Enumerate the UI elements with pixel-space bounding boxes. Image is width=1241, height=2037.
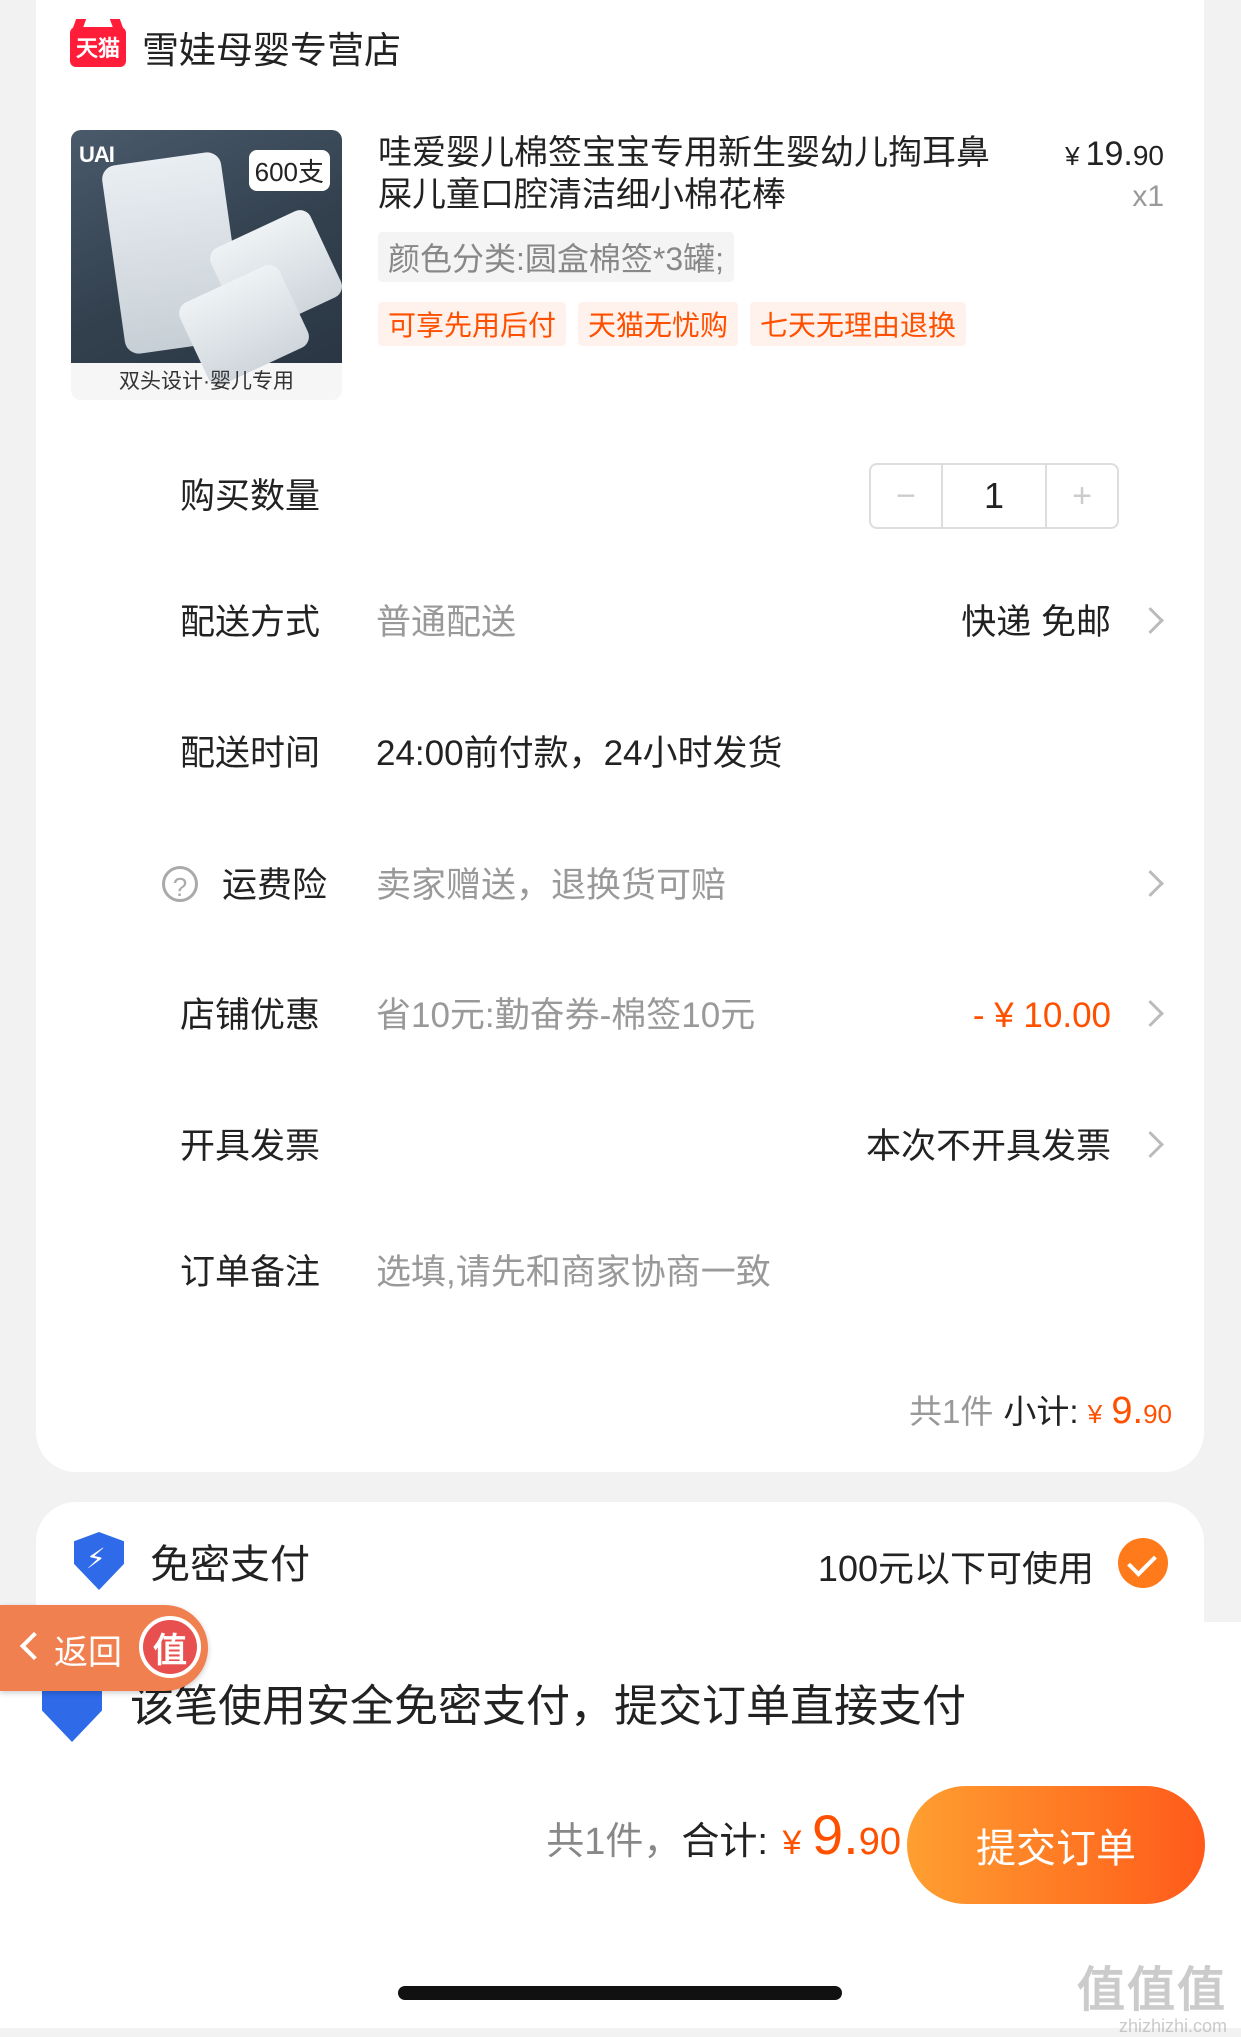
delivery-label: 配送方式 <box>180 603 321 642</box>
delivery-time-label: 配送时间 <box>180 734 321 773</box>
total-currency: ¥ <box>782 1824 802 1862</box>
payment-card[interactable]: 免密支付 100元以下可使用 <box>36 1502 1204 1622</box>
tag-worry-free: 天猫无忧购 <box>578 302 739 346</box>
invoice-label: 开具发票 <box>180 1127 321 1166</box>
decrease-button[interactable]: − <box>871 465 941 527</box>
secure-payment-text: 该笔使用安全免密支付，提交订单直接支付 <box>130 1682 966 1731</box>
store-discount-label: 店铺优惠 <box>180 996 321 1035</box>
sku-option[interactable]: 颜色分类:圆盒棉签*3罐; <box>378 232 735 282</box>
thumb-caption: 双头设计·婴儿专用 <box>119 370 294 393</box>
product-price: ¥19.90 <box>1065 135 1164 174</box>
price-integer: 19. <box>1085 135 1133 173</box>
order-note-input[interactable]: 选填,请先和商家协商一致 <box>376 1243 771 1303</box>
check-icon[interactable] <box>1118 1538 1168 1588</box>
chevron-left-icon <box>19 1631 49 1661</box>
subtotal-integer: 9. <box>1111 1390 1144 1432</box>
product-quantity: x1 <box>1132 180 1164 213</box>
subtotal-amount: ¥ 9.90 <box>1087 1390 1172 1432</box>
delivery-value: 普通配送 <box>376 603 517 642</box>
quantity-value[interactable]: 1 <box>941 465 1047 527</box>
price-currency: ¥ <box>1065 141 1080 171</box>
subtotal-label: 小计: <box>1003 1393 1079 1430</box>
tag-7day-return: 七天无理由退换 <box>750 302 967 346</box>
delivery-method-row[interactable]: 配送方式 普通配送 快递 免邮 <box>36 593 1204 653</box>
tmall-logo-text: 天猫 <box>75 36 120 61</box>
zhi-logo-text: 值 <box>143 1620 197 1674</box>
product-title[interactable]: 哇爱婴儿棉签宝宝专用新生婴幼儿掏耳鼻屎儿童口腔清洁细小棉花棒 <box>378 132 1018 216</box>
home-indicator <box>398 1986 842 2000</box>
shield-lightning-icon <box>74 1532 124 1590</box>
payment-limit: 100元以下可使用 <box>817 1548 1094 1589</box>
subtotal: 共1件 小计: ¥ 9.90 <box>909 1385 1172 1433</box>
delivery-time-value: 24:00前付款，24小时发货 <box>376 734 783 773</box>
store-discount-value: 省10元:勤奋券-棉签10元 <box>376 996 756 1035</box>
total-label: 合计: <box>681 1821 768 1863</box>
total-integer: 9. <box>812 1803 859 1866</box>
back-label: 返回 <box>54 1634 122 1672</box>
order-total: 共1件，合计: ¥ 9.90 <box>546 1802 901 1867</box>
order-card: 天猫 雪娃母婴专营店 UAI 600支 双头设计·婴儿专用 哇爱婴儿棉签宝宝专用… <box>36 0 1204 1472</box>
invoice-row[interactable]: 开具发票 本次不开具发票 <box>36 1117 1204 1177</box>
quantity-stepper[interactable]: − 1 + <box>869 463 1119 529</box>
chevron-right-icon <box>1137 1000 1164 1027</box>
thumb-count-badge: 600支 <box>248 150 330 191</box>
delivery-time-row: 配送时间 24:00前付款，24小时发货 <box>36 724 1204 784</box>
subtotal-count: 共1件 <box>909 1393 994 1430</box>
store-discount-amount: - ¥ 10.00 <box>972 996 1111 1035</box>
quantity-label: 购买数量 <box>180 477 321 516</box>
back-button[interactable]: 返回 值 <box>0 1605 208 1691</box>
chevron-right-icon <box>1137 607 1164 634</box>
zhi-logo-icon: 值 <box>136 1613 204 1681</box>
question-icon[interactable]: ? <box>162 866 198 902</box>
total-amount: ¥ 9.90 <box>782 1803 901 1866</box>
submit-order-button[interactable]: 提交订单 <box>907 1786 1205 1904</box>
chevron-right-icon <box>1137 1131 1164 1158</box>
increase-button[interactable]: + <box>1047 465 1117 527</box>
thumb-brand: UAI <box>79 142 115 167</box>
store-header[interactable]: 天猫 雪娃母婴专营店 <box>70 22 401 72</box>
total-decimal: 90 <box>858 1821 901 1863</box>
shipping-insurance-value: 卖家赠送，退换货可赔 <box>376 866 727 905</box>
store-name[interactable]: 雪娃母婴专营店 <box>142 20 401 74</box>
service-tags: 可享先用后付 天猫无忧购 七天无理由退换 <box>378 302 967 346</box>
watermark: 值值值 zhizhizhi.com <box>1077 1950 1227 2037</box>
chevron-right-icon <box>1137 870 1164 897</box>
watermark-logo: 值值值 <box>1076 1964 1227 2017</box>
shipping-insurance-label: 运费险 <box>222 866 328 905</box>
order-note-label: 订单备注 <box>180 1253 321 1292</box>
tmall-logo: 天猫 <box>70 27 126 67</box>
invoice-value: 本次不开具发票 <box>865 1127 1111 1166</box>
product-image: UAI 600支 <box>71 130 342 390</box>
payment-method-label: 免密支付 <box>150 1543 310 1587</box>
shipping-insurance-row[interactable]: ? 运费险 卖家赠送，退换货可赔 <box>36 856 1204 916</box>
total-count: 共1件， <box>546 1821 682 1863</box>
tag-pay-later: 可享先用后付 <box>378 302 567 346</box>
price-decimal: 90 <box>1132 140 1164 171</box>
subtotal-decimal: 90 <box>1143 1399 1172 1429</box>
delivery-right: 快递 免邮 <box>961 603 1111 642</box>
store-discount-row[interactable]: 店铺优惠 省10元:勤奋券-棉签10元 - ¥ 10.00 <box>36 986 1204 1046</box>
product-thumbnail[interactable]: UAI 600支 双头设计·婴儿专用 <box>71 130 342 400</box>
subtotal-currency: ¥ <box>1087 1399 1103 1429</box>
order-note-row[interactable]: 订单备注 选填,请先和商家协商一致 <box>36 1243 1204 1303</box>
